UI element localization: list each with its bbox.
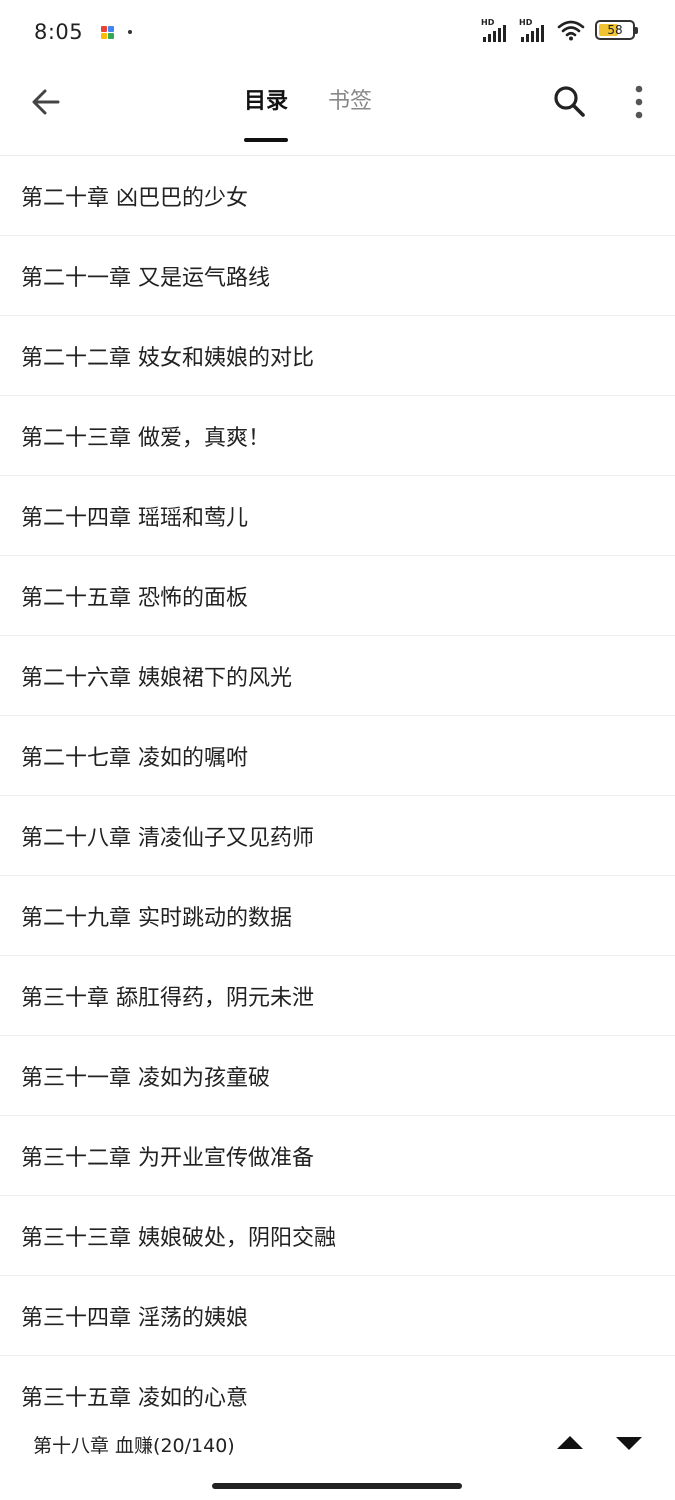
status-time: 8:05 [34,20,84,44]
chapter-item[interactable]: 第二十九章 实时跳动的数据 [0,876,675,956]
cell-signal-icon: HD [481,18,511,42]
chapter-item[interactable]: 第二十八章 清凌仙子又见药师 [0,796,675,876]
chapter-item[interactable]: 第二十六章 姨娘裙下的风光 [0,636,675,716]
chapter-item[interactable]: 第二十四章 瑶瑶和莺儿 [0,476,675,556]
chapter-item[interactable]: 第三十二章 为开业宣传做准备 [0,1116,675,1196]
chapter-item[interactable]: 第三十四章 淫荡的姨娘 [0,1276,675,1356]
status-bar: 8:05 HD HD 58 [0,0,675,64]
current-chapter-bar: 第十八章 血赚(20/140) [0,1414,675,1474]
tab-contents[interactable]: 目录 [244,64,289,156]
app-notification-icon [101,25,115,39]
more-notifications-dot-icon [128,30,133,34]
arrow-left-icon[interactable] [28,84,64,120]
chapter-item[interactable]: 第二十三章 做爱，真爽！ [0,396,675,476]
chapter-item[interactable]: 第二十二章 妓女和姨娘的对比 [0,316,675,396]
current-chapter-label[interactable]: 第十八章 血赚(20/140) [33,1431,235,1458]
chapter-item[interactable]: 第二十七章 凌如的嘱咐 [0,716,675,796]
tab-bookmarks[interactable]: 书签 [328,64,372,156]
chapter-item[interactable]: 第三十一章 凌如为孩童破 [0,1036,675,1116]
chapter-item[interactable]: 第二十一章 又是运气路线 [0,236,675,316]
status-indicators: HD HD 58 [481,18,638,42]
chapter-list: 第二十章 凶巴巴的少女 第二十一章 又是运气路线 第二十二章 妓女和姨娘的对比 … [0,156,675,1414]
battery-level: 58 [607,23,623,37]
triangle-down-icon[interactable] [614,1432,644,1454]
cell-signal-icon: HD [519,18,549,42]
triangle-up-icon[interactable] [555,1432,585,1454]
chapter-item[interactable]: 第三十五章 凌如的心意 [0,1356,675,1414]
wifi-icon [557,20,585,41]
tab-bar: 目录 书签 [244,64,372,156]
notification-icons [101,25,133,39]
toc-header: 目录 书签 [0,64,675,156]
battery-icon: 58 [595,20,638,40]
more-vertical-icon[interactable] [626,84,652,120]
chapter-item[interactable]: 第二十章 凶巴巴的少女 [0,156,675,236]
home-indicator[interactable] [212,1483,462,1489]
chapter-item[interactable]: 第二十五章 恐怖的面板 [0,556,675,636]
search-icon[interactable] [552,84,586,118]
chapter-item[interactable]: 第三十章 舔肛得药，阴元未泄 [0,956,675,1036]
chapter-item[interactable]: 第三十三章 姨娘破处，阴阳交融 [0,1196,675,1276]
